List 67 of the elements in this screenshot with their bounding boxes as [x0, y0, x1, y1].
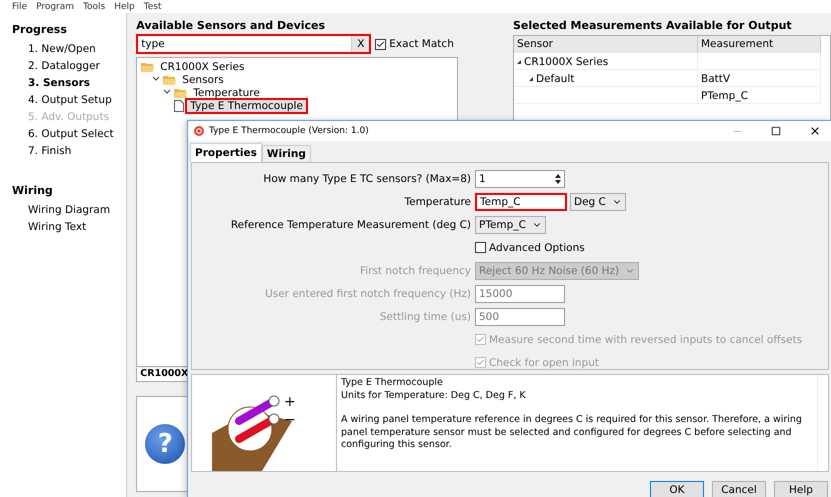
menu-item[interactable]: Tools	[83, 2, 106, 12]
tab[interactable]: Wiring	[262, 145, 311, 162]
dropdown[interactable]: PTemp_C	[475, 216, 546, 234]
units-text: Units for Temperature: Deg C, Deg F, K	[341, 390, 527, 402]
section-heading: Wiring	[12, 184, 54, 197]
close-icon	[809, 125, 821, 137]
step-link[interactable]: 7. Finish	[12, 143, 126, 160]
tab[interactable]: CR1000X	[136, 368, 188, 382]
folder-icon	[163, 74, 176, 84]
dialog-button[interactable]: OK	[650, 481, 704, 497]
maximize-icon	[771, 126, 781, 136]
folder-icon	[141, 62, 154, 72]
menu-item[interactable]: Help	[114, 2, 135, 12]
menu-item[interactable]: Test	[144, 2, 162, 12]
field-label: Settling time (us)	[378, 310, 472, 322]
measurement-name: PTemp_C	[701, 90, 748, 102]
expand-triangle-icon[interactable]	[529, 77, 533, 81]
dialog-button[interactable]: Cancel	[712, 481, 766, 497]
tree-item[interactable]: Sensors	[179, 74, 227, 86]
checkbox[interactable]	[375, 38, 386, 50]
tab[interactable]: Properties	[190, 143, 262, 162]
checkbox-label: Exact Match	[389, 38, 454, 50]
checkbox-label: Advanced Options	[489, 242, 585, 254]
step-link[interactable]: 1. New/Open	[12, 41, 126, 58]
wiring-link[interactable]: Wiring Text	[12, 219, 126, 236]
checkbox-label: Check for open input	[489, 356, 599, 368]
thermocouple-drawing: + −	[192, 387, 312, 471]
tree-item[interactable]: Type E Thermocouple	[187, 100, 306, 112]
column-header: Sensor	[514, 36, 698, 53]
menu-item[interactable]: File	[12, 2, 28, 12]
field-label: User entered first notch frequency (Hz)	[264, 288, 472, 300]
spin-arrows-icon	[554, 172, 562, 184]
field-label: How many Type E TC sensors? (Max=8)	[262, 172, 472, 184]
sensor-app-icon	[194, 126, 204, 136]
dialog-button[interactable]: Help	[774, 481, 828, 497]
wiring-link[interactable]: Wiring Diagram	[12, 202, 126, 219]
description-text: A wiring panel temperature reference in degrees C is required for this sensor. Therefore, a wiring panel temperature sensor must be selected and configured for degrees C before selecting and configuring this sensor.	[341, 414, 803, 452]
search-field[interactable]: type X	[136, 34, 372, 54]
text-field[interactable]: Temp_C	[475, 192, 567, 210]
number-spinner[interactable]: 1	[475, 170, 565, 188]
step-link[interactable]: 2. Datalogger	[12, 58, 126, 75]
menu-item[interactable]: Program	[36, 2, 74, 12]
step-link[interactable]: 3. Sensors	[12, 75, 126, 92]
step-link[interactable]: 4. Output Setup	[12, 92, 126, 109]
checkbox-label: Measure second time with reversed inputs to cancel offsets	[489, 334, 802, 346]
field-label: Reference Temperature Measurement (deg C)	[230, 218, 472, 230]
sensor-name: Default	[536, 73, 574, 85]
help-icon: ?	[145, 424, 186, 464]
tree-item[interactable]: Temperature	[190, 86, 263, 98]
field-label: Temperature	[403, 196, 472, 208]
step-link[interactable]: 6. Output Select	[12, 126, 126, 143]
sensor-name: CR1000X Series	[524, 56, 608, 68]
document-icon	[174, 100, 184, 112]
expand-triangle-icon[interactable]	[517, 60, 521, 64]
tree-item[interactable]: CR1000X Series	[157, 60, 248, 72]
info-heading: Type E Thermocouple	[341, 377, 444, 390]
panel-title: Available Sensors and Devices	[136, 19, 326, 33]
window-title: Type E Thermocouple (Version: 1.0)	[209, 126, 370, 136]
folder-icon	[174, 88, 188, 98]
column-header: Measurement	[698, 36, 821, 53]
measurement-name: BattV	[701, 73, 730, 85]
field-label: First notch frequency	[358, 264, 472, 276]
unit-dropdown[interactable]: Deg C	[570, 192, 626, 210]
clear-button[interactable]: X	[351, 36, 370, 52]
panel-title: Selected Measurements Available for Output	[513, 19, 793, 33]
section-heading: Progress	[12, 23, 68, 36]
checkbox[interactable]	[475, 242, 486, 253]
